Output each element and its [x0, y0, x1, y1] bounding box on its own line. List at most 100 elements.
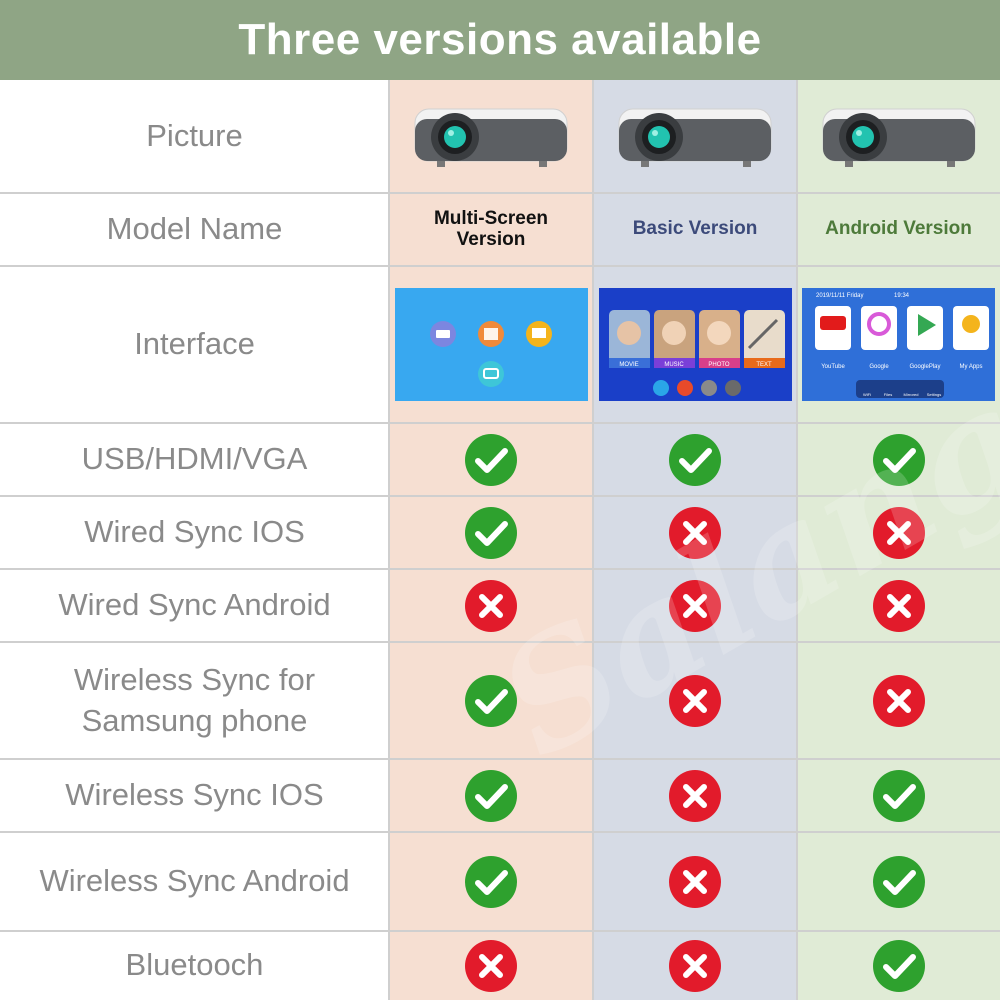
feature-label: USB/HDMI/VGA [81, 441, 308, 477]
feature-cell [797, 423, 1000, 496]
divider [0, 568, 1000, 570]
feature-label-line2: Samsung phone [81, 702, 308, 738]
tile-label-photo: PHOTO [708, 362, 730, 368]
feature-row: Bluetooch [0, 931, 1000, 1000]
model-name-basic: Basic Version [632, 218, 758, 240]
divider [0, 831, 1000, 833]
app-label-google: Google [869, 364, 889, 370]
projector-image-multi [389, 80, 593, 193]
divider [0, 641, 1000, 643]
check-icon [465, 433, 517, 486]
check-icon [465, 769, 517, 822]
divider [0, 930, 1000, 932]
check-icon [872, 769, 925, 822]
model-name-cell-basic: Basic Version [593, 193, 797, 266]
projector-icon [618, 108, 772, 167]
divider [0, 422, 1000, 424]
feature-row: USB/HDMI/VGA [0, 423, 1000, 496]
divider [388, 80, 390, 1000]
interface-cell-android: 2019/11/11 Friday 19:34 YouTube Google G… [797, 266, 1000, 423]
feature-cell [389, 931, 593, 1000]
multi-screen-ui-icons [429, 321, 552, 387]
interface-cell-basic: MOVIE MUSIC PHOTO TEXT [593, 266, 797, 423]
projector-icon [414, 108, 568, 167]
cross-icon [872, 579, 925, 632]
app-label-my-apps: My Apps [959, 364, 982, 370]
cross-icon [872, 506, 925, 559]
feature-label: Wireless Sync for Samsung phone [0, 642, 389, 759]
cross-icon [669, 769, 721, 822]
feature-label: Wired Sync Android [58, 587, 331, 623]
check-icon [669, 433, 721, 486]
check-icon [465, 674, 517, 727]
interface-screenshot-multi [394, 288, 588, 401]
row-model-name: Model Name Multi-Screen Version Basic Ve… [0, 193, 1000, 266]
feature-cell [593, 569, 797, 642]
check-icon [872, 433, 925, 486]
feature-cell [797, 642, 1000, 759]
dock-label-settings: Settings [927, 392, 941, 397]
check-icon [465, 855, 517, 908]
cross-icon [669, 674, 721, 727]
model-name-android: Android Version [825, 218, 972, 240]
feature-row: Wired Sync IOS [0, 496, 1000, 569]
feature-label: Wired Sync IOS [84, 514, 305, 550]
row-picture: Picture [0, 80, 1000, 193]
check-icon [872, 939, 925, 992]
feature-row: Wireless Sync Android [0, 832, 1000, 931]
feature-cell [797, 569, 1000, 642]
feature-cell [797, 832, 1000, 931]
feature-cell [593, 931, 797, 1000]
feature-cell [797, 759, 1000, 832]
feature-cell [593, 759, 797, 832]
interface-cell-multi [389, 266, 593, 423]
feature-cell [593, 423, 797, 496]
feature-cell [389, 642, 593, 759]
divider [0, 495, 1000, 497]
feature-cell [389, 832, 593, 931]
check-icon [872, 855, 925, 908]
dock-label-wifi: WiFi [863, 392, 871, 397]
dock-label-mirrored: Mirrored [904, 392, 919, 397]
feature-cell [389, 496, 593, 569]
cross-icon [669, 855, 721, 908]
cross-icon [465, 579, 517, 632]
model-name-cell-multi: Multi-Screen Version [389, 193, 593, 266]
cross-icon [872, 674, 925, 727]
dock-label-files: Files [884, 392, 892, 397]
status-date: 2019/11/11 Friday [816, 293, 863, 299]
feature-row: Wireless Sync for Samsung phone [0, 642, 1000, 759]
feature-label: Wireless Sync IOS [65, 777, 324, 813]
check-icon [465, 506, 517, 559]
divider [0, 192, 1000, 194]
title-banner: Three versions available [0, 0, 1000, 80]
interface-screenshot-android: 2019/11/11 Friday 19:34 YouTube Google G… [802, 288, 995, 401]
tile-label-text: TEXT [756, 362, 772, 368]
feature-label: Bluetooch [125, 947, 264, 983]
feature-cell [593, 832, 797, 931]
tile-label-movie: MOVIE [619, 362, 638, 368]
cross-icon [465, 939, 517, 992]
feature-cell [389, 569, 593, 642]
divider [592, 80, 594, 1000]
row-interface: Interface MOVIE MUSIC PHOTO TEXT 2019/11… [0, 266, 1000, 423]
projector-image-android [797, 80, 1000, 193]
divider [0, 265, 1000, 267]
cross-icon [669, 939, 721, 992]
feature-label: Wireless Sync Android [39, 863, 350, 899]
cross-icon [669, 506, 721, 559]
cross-icon [669, 579, 721, 632]
projector-image-basic [593, 80, 797, 193]
interface-screenshot-basic: MOVIE MUSIC PHOTO TEXT [598, 288, 792, 401]
model-name-cell-android: Android Version [797, 193, 1000, 266]
row-label-picture: Picture [146, 118, 243, 154]
app-label-googleplay: GooglePlay [909, 364, 940, 370]
feature-cell [593, 496, 797, 569]
model-name-multi: Multi-Screen Version [434, 208, 548, 251]
divider [0, 758, 1000, 760]
feature-label-line1: Wireless Sync for [73, 662, 316, 698]
comparison-table: Picture Model Name Multi-Screen Version … [0, 80, 1000, 1000]
android-ui: 2019/11/11 Friday 19:34 YouTube Google G… [815, 293, 989, 398]
page-title: Three versions available [238, 15, 762, 64]
projector-icon [822, 108, 975, 167]
